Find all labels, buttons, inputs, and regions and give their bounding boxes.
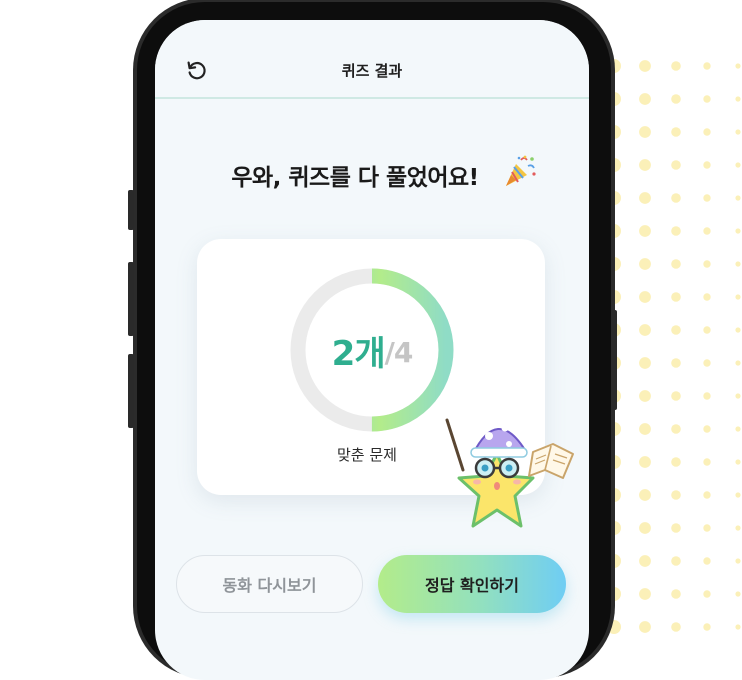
phone-power-button: [611, 310, 617, 410]
decorative-dot: [671, 589, 681, 599]
decorative-dot: [671, 259, 681, 269]
decorative-dot: [735, 492, 741, 498]
decorative-dot: [735, 558, 741, 564]
decorative-dot: [735, 360, 741, 366]
decorative-dot: [639, 390, 651, 402]
decorative-dot: [735, 525, 741, 531]
decorative-dot: [639, 522, 651, 534]
decorative-dot: [703, 524, 711, 532]
star-mascot-icon: [445, 418, 574, 528]
decorative-dot: [639, 159, 651, 171]
decorative-dot: [671, 358, 681, 368]
decorative-dot: [671, 523, 681, 533]
page-title: 퀴즈 결과: [341, 62, 403, 80]
decorative-dot: [735, 162, 741, 168]
decorative-dot: [735, 195, 741, 201]
decorative-dot: [703, 458, 711, 466]
decorative-dot: [671, 292, 681, 302]
decorative-dot: [735, 228, 741, 234]
decorative-dot: [639, 225, 651, 237]
decorative-dot: [671, 193, 681, 203]
check-answers-button[interactable]: 정답 확인하기: [378, 555, 566, 613]
decorative-dot: [671, 160, 681, 170]
party-popper-icon: [506, 155, 536, 186]
decorative-dot: [639, 60, 651, 72]
decorative-dot: [671, 127, 681, 137]
app-header: 퀴즈 결과: [155, 20, 589, 99]
decorative-dot: [735, 129, 741, 135]
decorative-dot: [703, 128, 711, 136]
decorative-dot: [703, 95, 711, 103]
replay-story-button[interactable]: 동화 다시보기: [176, 555, 363, 613]
decorative-dot: [703, 557, 711, 565]
decorative-dot: [671, 94, 681, 104]
decorative-dot: [735, 459, 741, 465]
score-value: 2개 /4: [287, 265, 457, 435]
decorative-dot: [671, 61, 681, 71]
decorative-dot: [671, 226, 681, 236]
decorative-dot: [671, 556, 681, 566]
decorative-dot: [639, 192, 651, 204]
decorative-dot: [639, 258, 651, 270]
decorative-dot: [735, 426, 741, 432]
decorative-dot: [671, 325, 681, 335]
decorative-dot: [703, 161, 711, 169]
decorative-dot: [671, 490, 681, 500]
decorative-dot: [639, 423, 651, 435]
decorative-dot: [639, 456, 651, 468]
decorative-dot: [639, 93, 651, 105]
decorative-dot: [735, 327, 741, 333]
decorative-dot: [639, 357, 651, 369]
app-screen: 퀴즈 결과 우와, 퀴즈를 다 풀었어요! 2개 /4 맞춘 문제 동화 다시보…: [155, 20, 589, 680]
decorative-dot: [703, 227, 711, 235]
correct-count: 2개: [331, 333, 386, 374]
decorative-dot: [639, 588, 651, 600]
decorative-dot: [703, 260, 711, 268]
decorative-dot: [639, 324, 651, 336]
decorative-dot: [703, 62, 711, 70]
decorative-dot: [703, 359, 711, 367]
phone-side-button: [128, 190, 134, 230]
decorative-dot: [703, 491, 711, 499]
decorative-dot: [639, 489, 651, 501]
decorative-dot: [671, 424, 681, 434]
decorative-dot: [671, 457, 681, 467]
decorative-dot: [639, 126, 651, 138]
total-count: /4: [384, 335, 414, 369]
decorative-dot: [639, 555, 651, 567]
decorative-dot: [703, 293, 711, 301]
headline-text: 우와, 퀴즈를 다 풀었어요!: [231, 165, 479, 191]
decorative-dot: [735, 624, 741, 630]
decorative-dot: [671, 391, 681, 401]
decorative-dot: [671, 622, 681, 632]
phone-side-button: [128, 354, 134, 428]
decorative-dot: [735, 63, 741, 69]
phone-side-button: [128, 262, 134, 336]
decorative-dot: [703, 623, 711, 631]
decorative-dot: [703, 392, 711, 400]
decorative-dot: [735, 261, 741, 267]
decorative-dot: [639, 621, 651, 633]
decorative-dot: [735, 294, 741, 300]
decorative-dot: [639, 291, 651, 303]
decorative-dot: [735, 591, 741, 597]
decorative-dot: [703, 326, 711, 334]
decorative-dot: [735, 96, 741, 102]
decorative-dot: [703, 425, 711, 433]
decorative-dot: [703, 194, 711, 202]
decorative-dot: [703, 590, 711, 598]
decorative-dot: [735, 393, 741, 399]
